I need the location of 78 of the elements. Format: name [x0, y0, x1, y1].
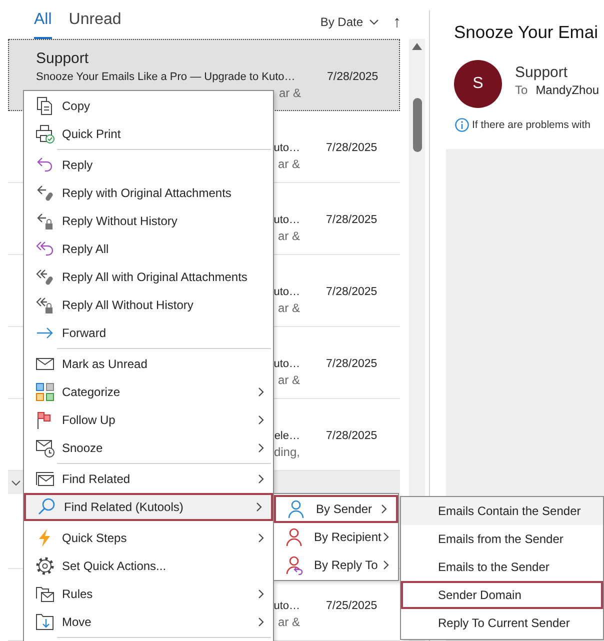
- menu-item[interactable]: Set Quick Actions...: [24, 552, 273, 580]
- sender-name: Support: [36, 49, 90, 69]
- reply-lock-icon: [35, 211, 55, 231]
- message-subject: uto…: [274, 285, 300, 300]
- menu-item[interactable]: Rules: [24, 580, 273, 608]
- reply-all-paperclip-icon: [35, 267, 55, 287]
- sender-name: Support: [515, 64, 569, 81]
- message-subject: uto…: [274, 141, 300, 156]
- menu-item[interactable]: Reply All Without History: [24, 291, 273, 319]
- menu-item[interactable]: Reply with Original Attachments: [24, 179, 273, 207]
- envelope-clock-icon: [35, 438, 55, 458]
- sort-direction-button[interactable]: ↑: [393, 14, 401, 39]
- message-preview: ar &: [278, 300, 300, 316]
- message-date: 7/25/2025: [326, 599, 378, 614]
- message-preview: ar &: [278, 156, 300, 172]
- menu-item[interactable]: Find Related: [24, 465, 273, 493]
- menu-item[interactable]: Reply All with Original Attachments: [24, 263, 273, 291]
- info-icon: [455, 118, 469, 132]
- message-subject: uto…: [274, 213, 300, 228]
- menu-item[interactable]: Emails to the Sender: [401, 553, 603, 581]
- avatar: S: [454, 60, 502, 108]
- envelope-icon: [35, 469, 55, 489]
- message-date: 7/28/2025: [326, 213, 378, 228]
- menu-item[interactable]: Categorize: [24, 378, 273, 406]
- menu-item[interactable]: Reply: [24, 151, 273, 179]
- recipient-name[interactable]: MandyZhou: [536, 83, 600, 97]
- message-date: 7/28/2025: [326, 357, 378, 372]
- menu-item[interactable]: By Recipient: [274, 523, 398, 551]
- gear-icon: [35, 556, 55, 576]
- to-label: To: [515, 83, 528, 97]
- message-date: 7/28/2025: [326, 429, 378, 444]
- message-date: 7/28/2025: [327, 70, 380, 85]
- message-preview: ar &: [278, 614, 300, 630]
- menu-item[interactable]: Sender Domain: [401, 581, 603, 609]
- sort-dropdown[interactable]: By Date: [320, 15, 379, 39]
- info-message: If there are problems with: [472, 119, 590, 131]
- menu-item[interactable]: Quick Print: [24, 120, 273, 148]
- search-icon: [37, 497, 57, 517]
- menu-item[interactable]: Move: [24, 608, 273, 636]
- person-arrow-icon: [284, 555, 304, 575]
- printer-icon: [35, 124, 55, 144]
- scroll-up-icon[interactable]: [412, 43, 422, 50]
- message-preview: ding,: [274, 444, 300, 460]
- menu-item[interactable]: Emails Contain the Sender: [401, 497, 603, 525]
- message-date: 7/28/2025: [326, 141, 378, 156]
- message-preview: ar &: [278, 228, 300, 244]
- menu-item[interactable]: Snooze: [24, 434, 273, 462]
- menu-item[interactable]: Emails from the Sender: [401, 525, 603, 553]
- menu-item[interactable]: Reply Without History: [24, 207, 273, 235]
- folder-envelope-icon: [35, 584, 55, 604]
- scroll-thumb[interactable]: [412, 98, 422, 152]
- reply-paperclip-icon: [35, 183, 55, 203]
- message-subject: uto…: [274, 357, 300, 372]
- folder-arrow-icon: [35, 612, 55, 632]
- email-title: Snooze Your Emai: [453, 22, 599, 43]
- chevron-down-icon: [369, 19, 379, 25]
- filter-tab[interactable]: Unread: [68, 11, 122, 39]
- menu-item[interactable]: By Reply To: [274, 551, 398, 579]
- message-subject: uto…: [274, 599, 300, 614]
- menu-item[interactable]: Reply To Current Sender: [401, 609, 603, 637]
- menu-item[interactable]: Find Related (Kutools): [24, 493, 273, 521]
- chevron-icon: [11, 480, 21, 486]
- person-icon: [286, 499, 306, 519]
- menu-item[interactable]: Quick Steps: [24, 524, 273, 552]
- menu-item[interactable]: Follow Up: [24, 406, 273, 434]
- person-icon: [284, 527, 304, 547]
- menu-item[interactable]: Mark as Unread: [24, 350, 273, 378]
- category-squares-icon: [35, 382, 55, 402]
- message-preview: ar &: [278, 85, 301, 101]
- message-subject: Snooze Your Emails Like a Pro — Upgrade to Kuto…: [36, 70, 296, 85]
- menu-item[interactable]: Forward: [24, 319, 273, 347]
- menu-item[interactable]: By Sender: [274, 495, 398, 523]
- message-subject: ele…: [274, 429, 300, 444]
- menu-item[interactable]: Reply All: [24, 235, 273, 263]
- copy-icon: [35, 96, 55, 116]
- reply-all-lock-icon: [35, 295, 55, 315]
- message-date: 7/28/2025: [326, 285, 378, 300]
- message-preview: ar &: [278, 372, 300, 388]
